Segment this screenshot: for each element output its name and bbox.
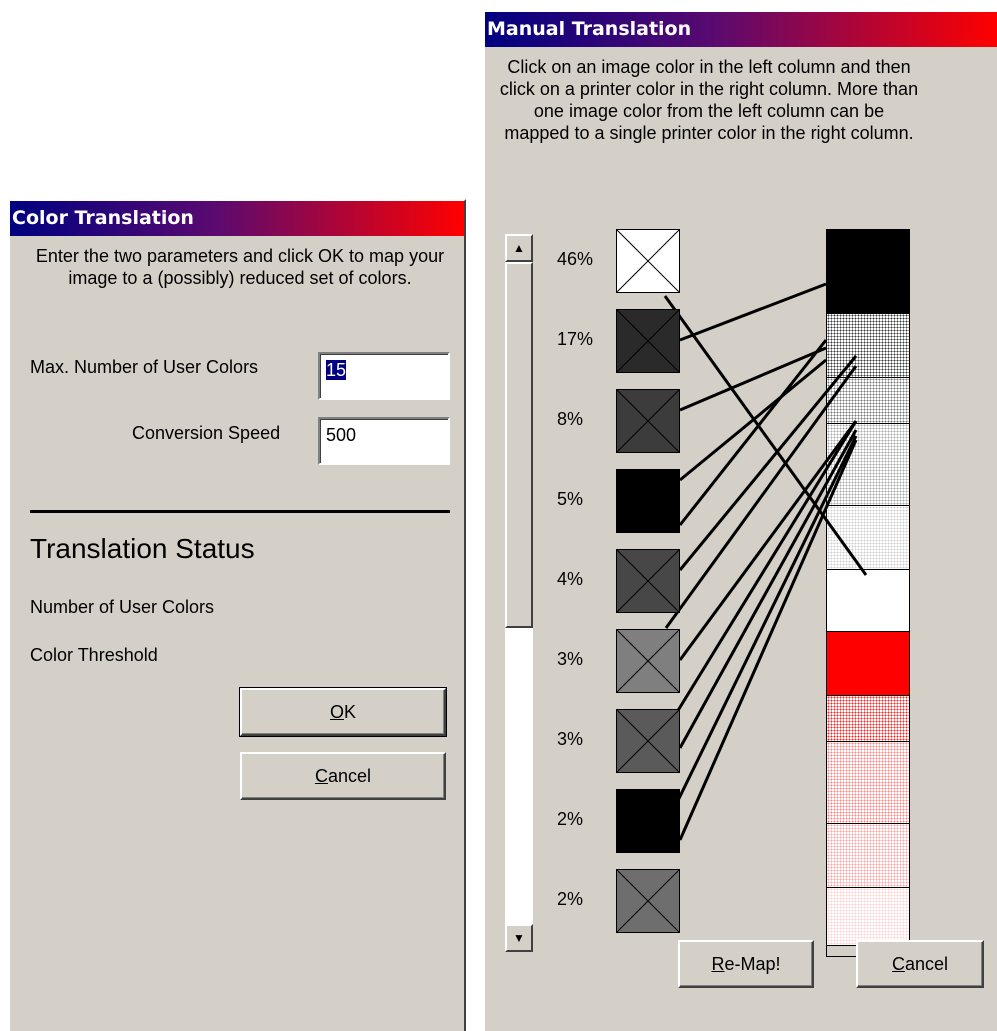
- printer-color-red-pattern[interactable]: [827, 696, 909, 742]
- dialog-title: Manual Translation: [485, 12, 997, 47]
- dialog-description: Click on an image color in the left colu…: [499, 57, 919, 143]
- dialog-title: Color Translation: [10, 201, 464, 236]
- printer-color-red[interactable]: [827, 632, 909, 696]
- swatch-cross-icon: [617, 550, 679, 612]
- image-color-pct: 3%: [557, 729, 584, 749]
- image-color-pct: 46%: [557, 249, 594, 269]
- mapping-line: [679, 282, 827, 342]
- printer-color-dark-gray-pattern[interactable]: [827, 314, 909, 378]
- manual-translation-dialog: Manual Translation Click on an image col…: [483, 10, 997, 1031]
- dialog-description: Enter the two parameters and click OK to…: [35, 246, 445, 288]
- image-color-pct: 17%: [557, 329, 594, 349]
- printer-colors-column: [826, 229, 910, 957]
- printer-color-black[interactable]: [827, 230, 909, 314]
- image-color-pct: 2%: [557, 809, 584, 829]
- manual-cancel-button-label: Cancel: [891, 954, 949, 974]
- color-translation-dialog: Color Translation Enter the two paramete…: [8, 199, 466, 1031]
- ok-button[interactable]: OK: [239, 687, 447, 737]
- image-color-swatch[interactable]: [616, 709, 680, 773]
- swatch-cross-icon: [617, 230, 679, 292]
- mapping-line: [678, 339, 828, 526]
- remap-button[interactable]: Re-Map!: [678, 940, 814, 988]
- image-color-swatch[interactable]: [616, 229, 680, 293]
- down-arrow-icon[interactable]: ▼: [505, 924, 533, 952]
- image-color-pct: 8%: [557, 409, 584, 429]
- scrollbar-thumb[interactable]: [505, 262, 533, 628]
- swatch-cross-icon: [617, 310, 679, 372]
- conversion-speed-label: Conversion Speed: [132, 423, 281, 443]
- image-color-swatch[interactable]: [616, 549, 680, 613]
- remap-button-label: Re-Map!: [711, 954, 781, 974]
- ok-button-label: OK: [329, 702, 357, 722]
- printer-color-lighter-gray-pattern[interactable]: [827, 506, 909, 570]
- up-arrow-icon[interactable]: ▲: [505, 234, 533, 262]
- manual-cancel-button[interactable]: Cancel: [856, 940, 984, 988]
- image-color-pct: 4%: [557, 569, 584, 589]
- swatch-cross-icon: [617, 630, 679, 692]
- conversion-speed-input[interactable]: 500: [318, 417, 450, 465]
- max-colors-label: Max. Number of User Colors: [30, 357, 259, 377]
- image-color-swatch[interactable]: [616, 309, 680, 373]
- printer-color-gray-pattern[interactable]: [827, 378, 909, 424]
- swatch-cross-icon: [617, 710, 679, 772]
- conversion-speed-value: 500: [326, 425, 357, 445]
- max-colors-input[interactable]: 15: [318, 352, 450, 400]
- image-colors-scrollbar[interactable]: ▲ ▼: [505, 234, 533, 952]
- image-color-swatch[interactable]: [616, 629, 680, 693]
- mapping-line: [679, 358, 827, 482]
- image-color-swatch[interactable]: [616, 869, 680, 933]
- printer-color-palest-red-pattern[interactable]: [827, 888, 909, 946]
- cancel-button[interactable]: Cancel: [240, 752, 446, 800]
- mapping-line: [679, 346, 827, 412]
- printer-color-light-gray-pattern[interactable]: [827, 424, 909, 506]
- image-color-swatch[interactable]: [616, 389, 680, 453]
- image-color-swatch[interactable]: [616, 789, 680, 853]
- cancel-button-label: Cancel: [314, 766, 372, 786]
- printer-color-light-red-pattern[interactable]: [827, 742, 909, 824]
- printer-color-white[interactable]: [827, 570, 909, 632]
- printer-color-pale-red-pattern[interactable]: [827, 824, 909, 888]
- max-colors-value: 15: [326, 360, 347, 380]
- mapping-lines: [663, 282, 868, 841]
- image-color-swatch[interactable]: [616, 469, 680, 533]
- swatch-cross-icon: [617, 390, 679, 452]
- image-color-pct: 2%: [557, 889, 584, 909]
- color-threshold-label: Color Threshold: [30, 645, 158, 665]
- image-color-pct: 3%: [557, 649, 584, 669]
- status-heading: Translation Status: [30, 533, 255, 564]
- image-color-pct: 5%: [557, 489, 584, 509]
- divider: [30, 510, 450, 513]
- swatch-cross-icon: [617, 870, 679, 932]
- num-user-colors-label: Number of User Colors: [30, 597, 215, 617]
